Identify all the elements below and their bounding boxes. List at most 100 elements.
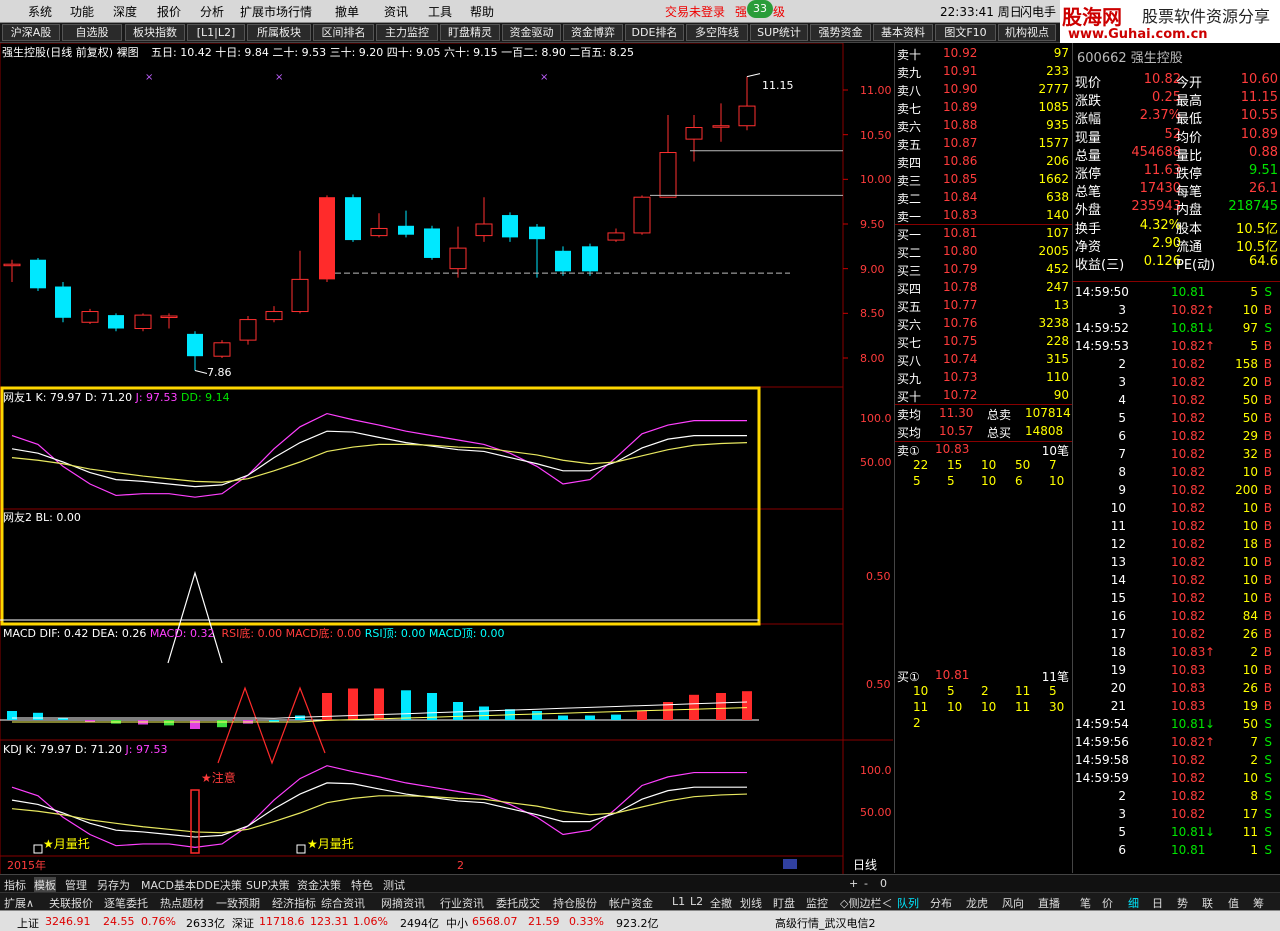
flash-trade-button[interactable]: 闪电手 bbox=[1020, 3, 1056, 20]
buy-order-4[interactable]: 买五 10.77 13 bbox=[895, 297, 1073, 314]
sell-order-7[interactable]: 卖三 10.85 1662 bbox=[895, 171, 1073, 188]
indicator-tab-4[interactable]: MACD基本 bbox=[141, 877, 196, 893]
function-tab-5[interactable]: 经济指标 bbox=[272, 895, 316, 911]
panel-tab-4[interactable]: 直播 bbox=[1038, 895, 1060, 911]
indicator-tab-9[interactable]: 测试 bbox=[383, 877, 405, 893]
sell-order-1[interactable]: 卖九 10.91 233 bbox=[895, 63, 1073, 80]
period-label[interactable]: 日线 bbox=[853, 859, 877, 872]
detail-tab-5[interactable]: 联 bbox=[1202, 895, 1213, 911]
sell-order-9[interactable]: 卖一 10.83 140 bbox=[895, 207, 1073, 224]
toolbar-item-12[interactable]: SUP统计 bbox=[750, 24, 808, 41]
toolbar-item-10[interactable]: DDE排名 bbox=[625, 24, 684, 41]
panel-tab-1[interactable]: 分布 bbox=[930, 895, 952, 911]
clock[interactable]: 22:33:41 周日 bbox=[940, 3, 1022, 20]
menu-0[interactable]: 系统 bbox=[28, 3, 52, 20]
function-tab-0[interactable]: 扩展∧ bbox=[4, 895, 34, 911]
notification-badge[interactable]: 33 bbox=[747, 0, 773, 18]
function-tab-9[interactable]: 委托成交 bbox=[496, 895, 540, 911]
detail-tab-2[interactable]: 细 bbox=[1128, 895, 1139, 911]
quick-tab-5[interactable]: 监控 bbox=[806, 895, 828, 911]
function-tab-1[interactable]: 关联报价 bbox=[49, 895, 93, 911]
buy-order-1[interactable]: 买二 10.80 2005 bbox=[895, 243, 1073, 260]
sell-order-3[interactable]: 卖七 10.89 1085 bbox=[895, 99, 1073, 116]
zoom-button-2[interactable]: 0 bbox=[880, 877, 887, 890]
toolbar-item-1[interactable]: 自选股 bbox=[62, 24, 122, 41]
indicator-tab-0[interactable]: 指标 bbox=[4, 877, 26, 893]
toolbar-item-14[interactable]: 基本资料 bbox=[873, 24, 933, 41]
function-tab-7[interactable]: 网摘资讯 bbox=[381, 895, 425, 911]
toolbar-item-4[interactable]: 所属板块 bbox=[247, 24, 311, 41]
buy-order-6[interactable]: 买七 10.75 228 bbox=[895, 333, 1073, 350]
function-tab-4[interactable]: 一致预期 bbox=[216, 895, 260, 911]
indicator-tab-8[interactable]: 特色 bbox=[351, 877, 373, 893]
function-tab-2[interactable]: 逐笔委托 bbox=[104, 895, 148, 911]
toolbar-item-13[interactable]: 强势资金 bbox=[810, 24, 871, 41]
function-tab-10[interactable]: 持仓股份 bbox=[553, 895, 597, 911]
function-tab-6[interactable]: 综合资讯 bbox=[321, 895, 365, 911]
buy-order-3[interactable]: 买四 10.78 247 bbox=[895, 279, 1073, 296]
buy-order-2[interactable]: 买三 10.79 452 bbox=[895, 261, 1073, 278]
sell-order-8[interactable]: 卖二 10.84 638 bbox=[895, 189, 1073, 206]
menu-8[interactable]: 工具 bbox=[428, 3, 452, 20]
tick-cell-1: 10.82 bbox=[1171, 339, 1206, 353]
tick-cell-3: 10 bbox=[1242, 555, 1258, 569]
buy-order-0[interactable]: 买一 10.81 107 bbox=[895, 225, 1073, 242]
toolbar-item-16[interactable]: 机构视点 bbox=[998, 24, 1056, 41]
quick-tab-2[interactable]: 全撤 bbox=[710, 895, 732, 911]
detail-tab-6[interactable]: 值 bbox=[1228, 895, 1239, 911]
function-tab-8[interactable]: 行业资讯 bbox=[440, 895, 484, 911]
toolbar-item-6[interactable]: 主力监控 bbox=[376, 24, 438, 41]
menu-4[interactable]: 分析 bbox=[200, 3, 224, 20]
server-name[interactable]: 高级行情_武汉电信2 bbox=[775, 915, 876, 931]
function-tab-11[interactable]: 帐户资金 bbox=[609, 895, 653, 911]
quick-tab-3[interactable]: 划线 bbox=[740, 895, 762, 911]
panel-tab-2[interactable]: 龙虎 bbox=[966, 895, 988, 911]
toolbar-item-3[interactable]: [L1|L2] bbox=[187, 24, 245, 41]
detail-tab-1[interactable]: 价 bbox=[1102, 895, 1113, 911]
indicator-tab-6[interactable]: SUP决策 bbox=[246, 877, 290, 893]
menu-5[interactable]: 扩展市场行情 bbox=[240, 3, 312, 20]
indicator-tab-2[interactable]: 管理 bbox=[65, 877, 87, 893]
buy-order-5[interactable]: 买六 10.76 3238 bbox=[895, 315, 1073, 332]
toolbar-item-15[interactable]: 图文F10 bbox=[935, 24, 996, 41]
indicator-tab-7[interactable]: 资金决策 bbox=[297, 877, 341, 893]
panel-tab-0[interactable]: 队列 bbox=[897, 895, 919, 911]
toolbar-item-8[interactable]: 资金驱动 bbox=[502, 24, 561, 41]
zoom-button-0[interactable]: + bbox=[849, 877, 858, 890]
detail-tab-3[interactable]: 日 bbox=[1152, 895, 1163, 911]
sell-order-0[interactable]: 卖十 10.92 97 bbox=[895, 45, 1073, 62]
quick-tab-6[interactable]: ◇侧边栏＜ bbox=[840, 895, 892, 911]
sell-order-5[interactable]: 卖五 10.87 1577 bbox=[895, 135, 1073, 152]
indicator-tab-5[interactable]: DDE决策 bbox=[196, 877, 242, 893]
toolbar-item-0[interactable]: 沪深A股 bbox=[2, 24, 60, 41]
buy-order-7[interactable]: 买八 10.74 315 bbox=[895, 351, 1073, 368]
buy-order-9[interactable]: 买十 10.72 90 bbox=[895, 387, 1073, 404]
detail-tab-7[interactable]: 筹 bbox=[1253, 895, 1264, 911]
toolbar-item-11[interactable]: 多空阵线 bbox=[686, 24, 748, 41]
toolbar-item-7[interactable]: 盯盘精灵 bbox=[440, 24, 500, 41]
detail-tab-4[interactable]: 势 bbox=[1177, 895, 1188, 911]
sell-order-2[interactable]: 卖八 10.90 2777 bbox=[895, 81, 1073, 98]
menu-7[interactable]: 资讯 bbox=[384, 3, 408, 20]
quick-tab-1[interactable]: L2 bbox=[690, 895, 703, 908]
quick-tab-0[interactable]: L1 bbox=[672, 895, 685, 908]
buy-order-8[interactable]: 买九 10.73 110 bbox=[895, 369, 1073, 386]
menu-2[interactable]: 深度 bbox=[113, 3, 137, 20]
toolbar-item-9[interactable]: 资金博弈 bbox=[563, 24, 623, 41]
function-tab-3[interactable]: 热点题材 bbox=[160, 895, 204, 911]
menu-3[interactable]: 报价 bbox=[157, 3, 181, 20]
toolbar-item-5[interactable]: 区间排名 bbox=[313, 24, 374, 41]
zoom-button-1[interactable]: - bbox=[864, 877, 868, 890]
menu-9[interactable]: 帮助 bbox=[470, 3, 494, 20]
menu-6[interactable]: 撤单 bbox=[335, 3, 359, 20]
indicator-tab-3[interactable]: 另存为 bbox=[97, 877, 130, 893]
trade-status[interactable]: 交易未登录 bbox=[665, 3, 725, 20]
toolbar-item-2[interactable]: 板块指数 bbox=[125, 24, 185, 41]
indicator-tab-1[interactable]: 模板 bbox=[34, 877, 56, 893]
panel-tab-3[interactable]: 风向 bbox=[1002, 895, 1024, 911]
quick-tab-4[interactable]: 盯盘 bbox=[773, 895, 795, 911]
sell-order-4[interactable]: 卖六 10.88 935 bbox=[895, 117, 1073, 134]
sell-order-6[interactable]: 卖四 10.86 206 bbox=[895, 153, 1073, 170]
menu-1[interactable]: 功能 bbox=[70, 3, 94, 20]
detail-tab-0[interactable]: 笔 bbox=[1080, 895, 1091, 911]
